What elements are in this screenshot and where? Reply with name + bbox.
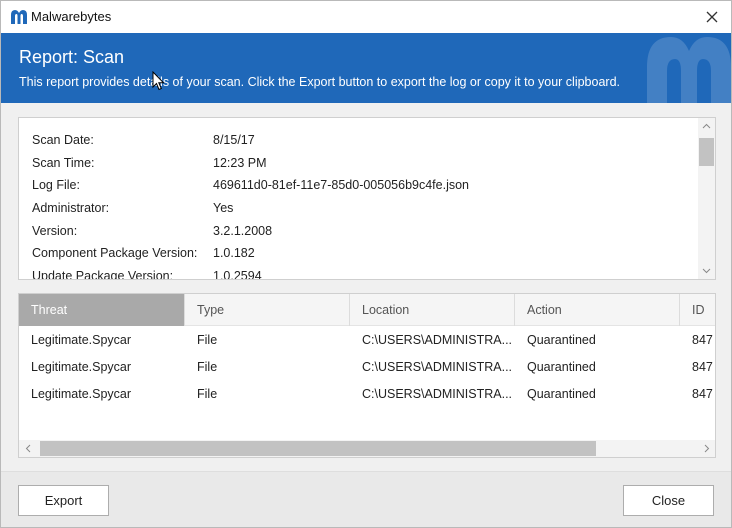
detail-administrator: Administrator: Yes: [32, 197, 469, 220]
detail-value: 12:23 PM: [213, 155, 267, 170]
cell-action: Quarantined: [527, 386, 596, 401]
page-subtitle: This report provides details of your sca…: [19, 75, 620, 89]
detail-component-package-version: Component Package Version: 1.0.182: [32, 242, 469, 265]
chevron-left-icon[interactable]: [24, 444, 33, 453]
cell-location: C:\USERS\ADMINISTRA...: [362, 359, 513, 374]
malwarebytes-logo-icon: [11, 10, 27, 24]
report-window: Malwarebytes Report: Scan This report pr…: [0, 0, 732, 528]
detail-value: 1.0.182: [213, 246, 255, 261]
detail-label: Version:: [32, 223, 78, 238]
column-header-id[interactable]: ID: [680, 294, 715, 326]
table-scroll-thumb[interactable]: [40, 441, 596, 456]
cell-id: 847: [692, 386, 713, 401]
page-title: Report: Scan: [19, 47, 125, 67]
cell-action: Quarantined: [527, 332, 596, 347]
export-button[interactable]: Export: [18, 485, 109, 516]
column-header-action[interactable]: Action: [515, 294, 680, 326]
detail-value: 1.0.2594: [213, 268, 262, 280]
threats-table: Threat Type Location Action ID Legitimat…: [18, 293, 716, 458]
detail-value: 3.2.1.2008: [213, 223, 273, 238]
cell-type: File: [197, 332, 218, 347]
close-button[interactable]: Close: [623, 485, 714, 516]
cell-threat: Legitimate.Spycar: [31, 386, 132, 401]
detail-value: Yes: [213, 201, 234, 216]
detail-update-package-version: Update Package Version: 1.0.2594: [32, 265, 469, 280]
detail-label: Scan Date:: [32, 133, 94, 148]
chevron-right-icon[interactable]: [702, 444, 711, 453]
detail-label: Scan Time:: [32, 155, 95, 170]
cell-type: File: [197, 359, 218, 374]
cell-threat: Legitimate.Spycar: [31, 359, 132, 374]
table-row[interactable]: Legitimate.Spycar File C:\USERS\ADMINIST…: [19, 353, 715, 380]
details-vertical-scrollbar[interactable]: [698, 118, 715, 279]
column-header-threat[interactable]: Threat: [19, 294, 185, 326]
detail-label: Update Package Version:: [32, 268, 174, 280]
detail-value: 8/15/17: [213, 133, 255, 148]
detail-version: Version: 3.2.1.2008: [32, 219, 469, 242]
cell-id: 847: [692, 332, 713, 347]
cell-action: Quarantined: [527, 359, 596, 374]
detail-scan-date: Scan Date: 8/15/17: [32, 129, 469, 152]
app-name: Malwarebytes: [31, 9, 112, 24]
cell-id: 847: [692, 359, 713, 374]
close-icon[interactable]: [701, 6, 723, 28]
detail-label: Log File:: [32, 178, 80, 193]
chevron-down-icon[interactable]: [702, 266, 711, 275]
table-header: Threat Type Location Action ID: [19, 294, 715, 326]
cell-type: File: [197, 386, 218, 401]
table-row[interactable]: Legitimate.Spycar File C:\USERS\ADMINIST…: [19, 380, 715, 407]
report-banner: Report: Scan This report provides detail…: [1, 33, 731, 103]
detail-log-file: Log File: 469611d0-81ef-11e7-85d0-005056…: [32, 174, 469, 197]
mouse-cursor-icon: [152, 71, 165, 91]
chevron-up-icon[interactable]: [702, 122, 711, 131]
table-row[interactable]: Legitimate.Spycar File C:\USERS\ADMINIST…: [19, 326, 715, 353]
cell-location: C:\USERS\ADMINISTRA...: [362, 386, 513, 401]
details-scroll-thumb[interactable]: [699, 138, 714, 166]
dialog-footer: Export Close: [1, 471, 731, 527]
table-horizontal-scrollbar[interactable]: [19, 440, 715, 457]
detail-scan-time: Scan Time: 12:23 PM: [32, 152, 469, 175]
detail-label: Administrator:: [32, 201, 110, 216]
title-bar: Malwarebytes: [1, 1, 731, 33]
cell-threat: Legitimate.Spycar: [31, 332, 132, 347]
detail-label: Component Package Version:: [32, 246, 198, 261]
column-header-type[interactable]: Type: [185, 294, 350, 326]
cell-location: C:\USERS\ADMINISTRA...: [362, 332, 513, 347]
scan-details-panel: Scan Date: 8/15/17 Scan Time: 12:23 PM L…: [18, 117, 716, 280]
malwarebytes-watermark-icon: [647, 37, 731, 103]
detail-value: 469611d0-81ef-11e7-85d0-005056b9c4fe.jso…: [213, 178, 469, 193]
column-header-location[interactable]: Location: [350, 294, 515, 326]
